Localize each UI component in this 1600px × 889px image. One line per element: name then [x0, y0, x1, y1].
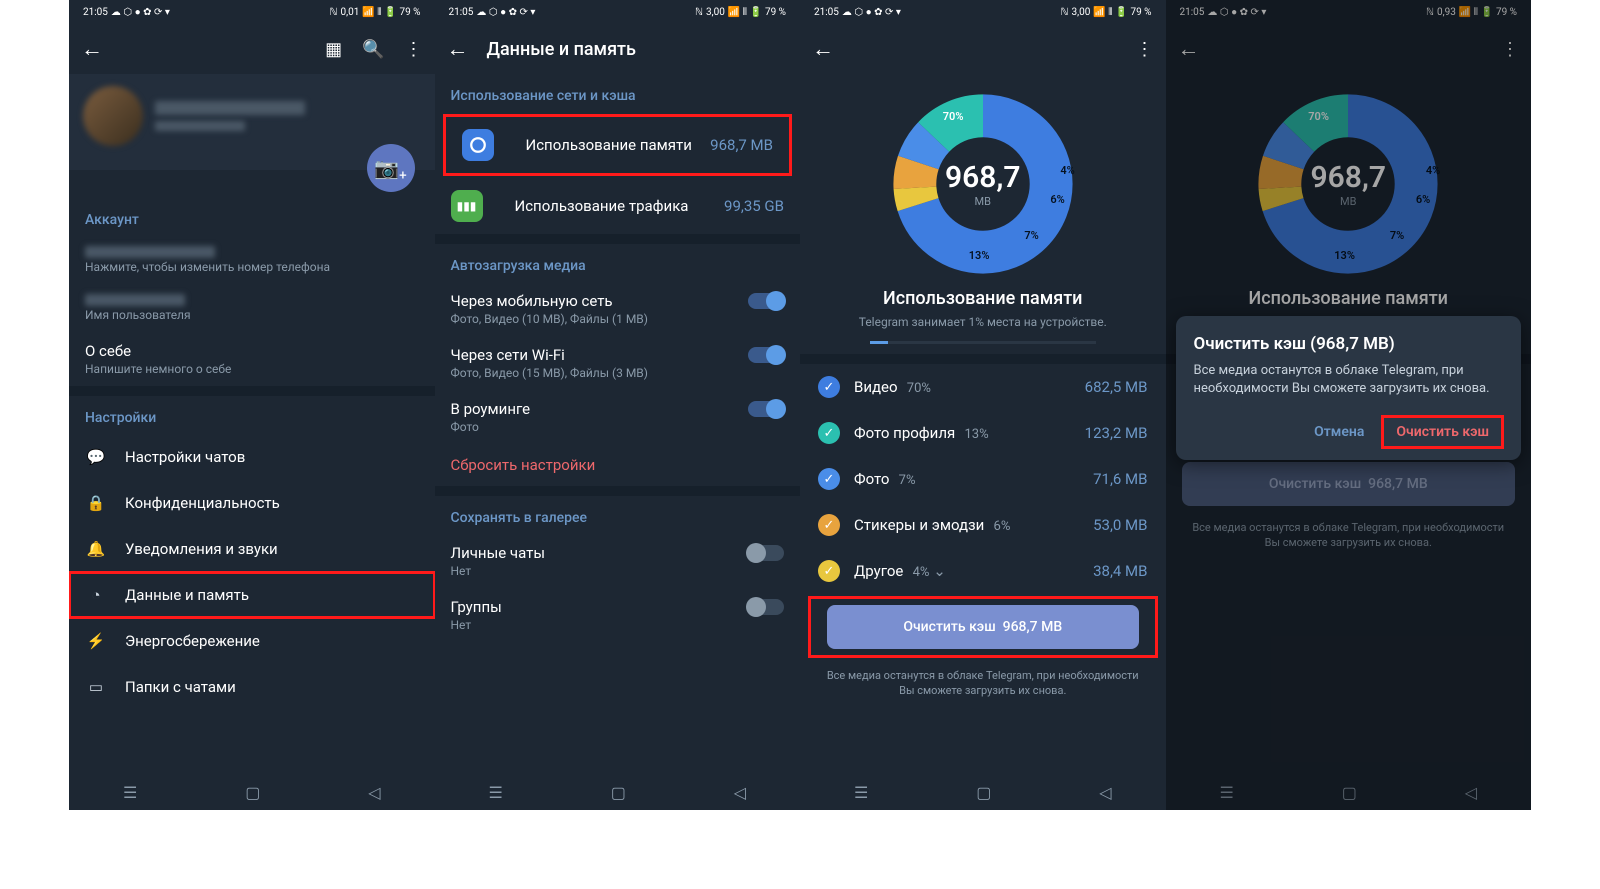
- qr-icon[interactable]: ▦: [325, 39, 342, 60]
- section-network-cache: Использование сети и кэша: [435, 74, 801, 112]
- toggle-roaming[interactable]: [748, 401, 784, 417]
- statusbar: 21:05☁ ⬡ ● ✿ ⟳ ▾ ℕ3,00📶 ⫴ 🔋79 %: [800, 0, 1166, 24]
- statusbar: 21:05☁ ⬡ ● ✿ ⟳ ▾ ℕ3,00📶 ⫴ 🔋79 %: [435, 0, 801, 24]
- nav-recents[interactable]: ☰: [123, 783, 137, 802]
- back-icon[interactable]: ←: [447, 36, 469, 62]
- settings-data-storage[interactable]: ◔Данные и память: [69, 572, 435, 618]
- section-settings: Настройки: [69, 396, 435, 434]
- check-icon[interactable]: ✓: [818, 514, 840, 536]
- category-row-Стикеры и эмодзи[interactable]: ✓Стикеры и эмодзи 6%53,0 MB: [800, 502, 1166, 548]
- username-row[interactable]: Имя пользователя: [69, 284, 435, 332]
- search-icon[interactable]: 🔍: [362, 39, 384, 60]
- nav-home[interactable]: ▢: [976, 783, 991, 802]
- private-row[interactable]: Личные чаты Нет: [435, 534, 801, 588]
- appbar: ← ⋮: [800, 24, 1166, 74]
- settings-folders[interactable]: ▭Папки с чатами: [69, 664, 435, 710]
- progress-bar: [870, 341, 1096, 344]
- clear-cache-dialog: Очистить кэш (968,7 MB) Все медиа остану…: [1176, 316, 1522, 460]
- appbar: ← ▦ 🔍 ⋮: [69, 24, 435, 74]
- nav-back[interactable]: ◁: [368, 783, 380, 802]
- category-row-Видео[interactable]: ✓Видео 70%682,5 MB: [800, 364, 1166, 410]
- more-icon[interactable]: ⋮: [405, 39, 423, 60]
- check-icon[interactable]: ✓: [818, 560, 840, 582]
- navbar: ☰ ▢ ◁: [435, 774, 801, 810]
- toggle-wifi[interactable]: [748, 347, 784, 363]
- navbar: ☰ ▢ ◁: [800, 774, 1166, 810]
- back-icon[interactable]: ←: [81, 36, 103, 62]
- toggle-mobile[interactable]: [748, 293, 784, 309]
- profile-status: [155, 121, 245, 131]
- nav-home[interactable]: ▢: [611, 783, 626, 802]
- wifi-row[interactable]: Через сети Wi-Fi Фото, Видео (15 MB), Фа…: [435, 336, 801, 390]
- toggle-private[interactable]: [748, 545, 784, 561]
- mobile-row[interactable]: Через мобильную сеть Фото, Видео (10 MB)…: [435, 282, 801, 336]
- panel-storage-usage: 21:05☁ ⬡ ● ✿ ⟳ ▾ ℕ3,00📶 ⫴ 🔋79 % ← ⋮ 968,…: [800, 0, 1166, 810]
- check-icon[interactable]: ✓: [818, 376, 840, 398]
- check-icon[interactable]: ✓: [818, 468, 840, 490]
- category-row-Фото[interactable]: ✓Фото 7%71,6 MB: [800, 456, 1166, 502]
- section-autodownload: Автозагрузка медиа: [435, 244, 801, 282]
- nav-recents[interactable]: ☰: [854, 783, 868, 802]
- section-gallery: Сохранять в галерее: [435, 496, 801, 534]
- storage-icon: [462, 129, 494, 161]
- settings-privacy[interactable]: 🔒Конфиденциальность: [69, 480, 435, 526]
- profile-name: [155, 101, 305, 115]
- category-row-Другое[interactable]: ✓Другое 4% ⌄38,4 MB: [800, 548, 1166, 594]
- profile-header: 📷₊: [69, 74, 435, 170]
- nav-back[interactable]: ◁: [734, 783, 746, 802]
- usage-sub: Telegram занимает 1% места на устройстве…: [800, 315, 1166, 329]
- nav-home[interactable]: ▢: [245, 783, 260, 802]
- check-icon[interactable]: ✓: [818, 422, 840, 444]
- dialog-body: Все медиа останутся в облаке Telegram, п…: [1194, 362, 1504, 398]
- settings-chats[interactable]: 💬Настройки чатов: [69, 434, 435, 480]
- toggle-groups[interactable]: [748, 599, 784, 615]
- nav-recents[interactable]: ☰: [488, 783, 502, 802]
- traffic-usage-row[interactable]: ▮▮▮ Использование трафика99,35 GB: [435, 178, 801, 234]
- phone-row[interactable]: Нажмите, чтобы изменить номер телефона: [69, 236, 435, 284]
- usage-title: Использование памяти: [800, 288, 1166, 309]
- more-icon[interactable]: ⋮: [1136, 39, 1154, 60]
- roaming-row[interactable]: В роуминге Фото: [435, 390, 801, 444]
- settings-notifications[interactable]: 🔔Уведомления и звуки: [69, 526, 435, 572]
- back-icon[interactable]: ←: [812, 36, 834, 62]
- clear-cache-button[interactable]: Очистить кэш 968,7 MB: [827, 605, 1139, 649]
- panel-data-storage: 21:05☁ ⬡ ● ✿ ⟳ ▾ ℕ3,00📶 ⫴ 🔋79 % ← Данные…: [435, 0, 801, 810]
- avatar[interactable]: [83, 86, 143, 146]
- statusbar: 21:05☁ ⬡ ● ✿ ⟳ ▾ ℕ0,01📶 ⫴ 🔋79 %: [69, 0, 435, 24]
- panel-settings: 21:05☁ ⬡ ● ✿ ⟳ ▾ ℕ0,01📶 ⫴ 🔋79 % ← ▦ 🔍 ⋮ …: [69, 0, 435, 810]
- category-row-Фото профиля[interactable]: ✓Фото профиля 13%123,2 MB: [800, 410, 1166, 456]
- dialog-title: Очистить кэш (968,7 MB): [1194, 334, 1504, 354]
- confirm-clear-button[interactable]: Очистить кэш: [1382, 416, 1503, 448]
- nav-back[interactable]: ◁: [1099, 783, 1111, 802]
- reset-row[interactable]: Сбросить настройки: [435, 444, 801, 486]
- traffic-icon: ▮▮▮: [451, 190, 483, 222]
- appbar: ← Данные и память: [435, 24, 801, 74]
- about-row[interactable]: О себе Напишите немного о себе: [69, 332, 435, 386]
- groups-row[interactable]: Группы Нет: [435, 588, 801, 642]
- section-account: Аккаунт: [69, 198, 435, 236]
- settings-power[interactable]: ⚡Энергосбережение: [69, 618, 435, 664]
- page-title: Данные и память: [487, 39, 789, 60]
- camera-fab[interactable]: 📷₊: [367, 144, 415, 192]
- chart: 968,7MB 70% 13% 7% 6% 4% Использование п…: [800, 74, 1166, 354]
- cancel-button[interactable]: Отмена: [1300, 416, 1378, 448]
- storage-usage-row[interactable]: Использование памяти968,7 MB: [446, 117, 790, 173]
- navbar: ☰ ▢ ◁: [69, 774, 435, 810]
- footer-note: Все медиа останутся в облаке Telegram, п…: [800, 660, 1166, 707]
- panel-storage-dialog: 21:05☁ ⬡ ● ✿ ⟳ ▾ ℕ0,93📶 ⫴ 🔋79 % ← ⋮ 968,…: [1166, 0, 1532, 810]
